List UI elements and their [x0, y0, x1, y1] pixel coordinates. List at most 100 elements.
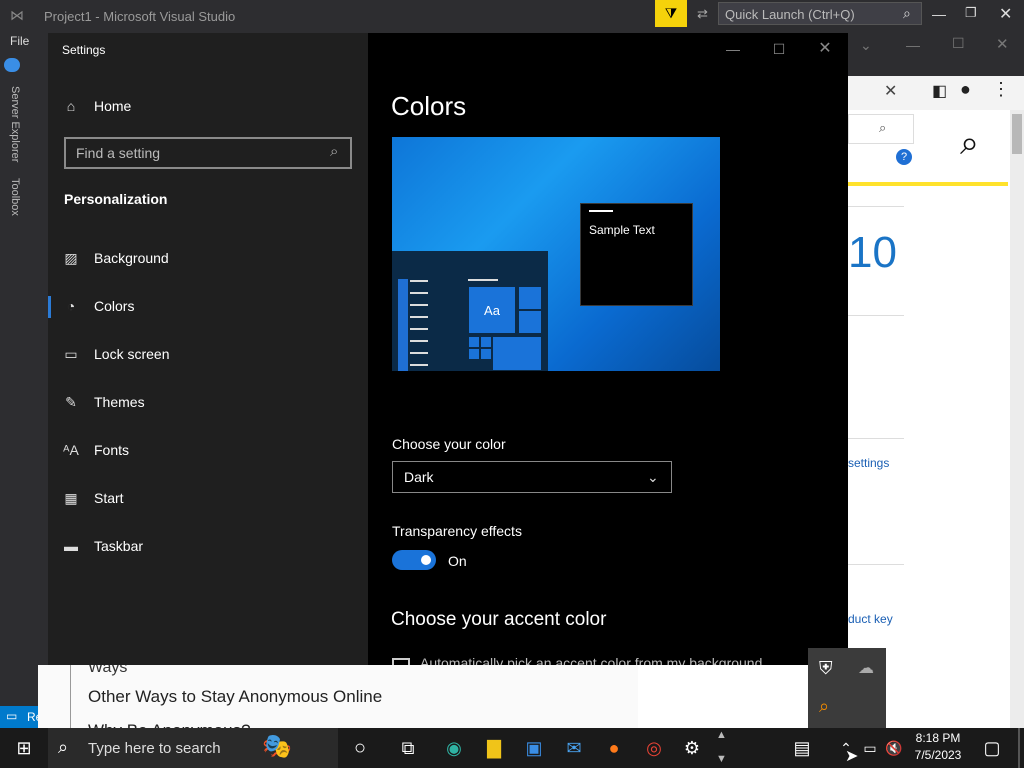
filter-icon[interactable]: ⧩: [655, 0, 687, 27]
transparency-state: On: [448, 553, 467, 569]
help-icon[interactable]: ?: [896, 149, 912, 165]
article-link[interactable]: Other Ways to Stay Anonymous Online: [88, 687, 382, 707]
nav-home[interactable]: ⌂ Home: [48, 86, 368, 126]
mail-icon[interactable]: ✉: [554, 728, 594, 768]
vs-title-bar: ⋈ Project1 - Microsoft Visual Studio ⧩ ⇄…: [0, 0, 1024, 32]
taskbar-search-box[interactable]: ⌕ Type here to search: [48, 728, 258, 768]
nav-taskbar[interactable]: ▬ Taskbar: [48, 526, 368, 566]
vs-status-left: ▭ Re: [0, 706, 42, 728]
back-icon[interactable]: [4, 58, 20, 72]
windows-start-icon[interactable]: ⊞: [4, 728, 44, 768]
dropdown-value: Dark: [404, 469, 434, 485]
restore-icon[interactable]: ❐: [965, 5, 977, 21]
big-search-icon[interactable]: ⌕: [960, 124, 979, 163]
lock-screen-icon: ▭: [64, 345, 78, 362]
close-icon[interactable]: ✕: [999, 4, 1012, 24]
nav-colors[interactable]: ◔ Colors: [48, 286, 368, 326]
preview-line: [468, 279, 498, 281]
minimize-icon[interactable]: —: [932, 6, 946, 22]
sample-text: Sample Text: [589, 223, 655, 237]
tray-overflow-popup: ⛨ ☁ ⌕: [808, 648, 886, 728]
more-icon[interactable]: ⋮: [992, 79, 1010, 100]
clock[interactable]: 8:18 PM 7/5/2023: [908, 731, 968, 762]
preview-tile: [492, 336, 542, 371]
divider: [848, 438, 904, 439]
vs-logo-icon: ⋈: [10, 7, 24, 23]
preview-line: [410, 352, 428, 354]
file-explorer-icon[interactable]: ▇: [474, 728, 514, 768]
nav-label: Colors: [94, 298, 135, 314]
home-label: Home: [94, 98, 132, 114]
nav-fonts[interactable]: ᴬA Fonts: [48, 430, 368, 470]
close-tab-icon[interactable]: ✕: [884, 81, 897, 101]
preview-line: [410, 304, 428, 306]
divider: [848, 206, 904, 207]
menu-file[interactable]: File: [10, 34, 29, 48]
settings-content: — ☐ ✕ Colors Aa Sample Text Choose your …: [368, 33, 848, 665]
preview-tile: [480, 336, 492, 348]
volume-icon[interactable]: 🔇: [882, 728, 906, 768]
show-desktop[interactable]: [1018, 728, 1020, 768]
auto-accent-label-clip: Automatically pick an accent color from …: [420, 655, 770, 665]
scrollbar[interactable]: [1010, 110, 1024, 728]
notification-icon[interactable]: ▢: [972, 728, 1012, 768]
page-title: Colors: [391, 91, 467, 121]
feedback-icon[interactable]: ⇄: [697, 6, 708, 22]
firefox-icon[interactable]: ●: [594, 728, 634, 768]
chevron-down-icon: ⌄: [647, 469, 659, 485]
security-shield-icon[interactable]: ⛨: [819, 658, 833, 679]
page-search-box[interactable]: ⌕: [848, 114, 914, 144]
clock-date: 7/5/2023: [914, 748, 962, 762]
toolbox-tab[interactable]: Toolbox: [9, 178, 21, 216]
preview-tile: [468, 336, 480, 348]
transparency-toggle[interactable]: [392, 550, 436, 570]
sidebar-icon[interactable]: ◧: [932, 81, 947, 101]
settings-gear-icon[interactable]: ⚙: [672, 728, 712, 768]
onedrive-icon[interactable]: ☁: [858, 658, 874, 678]
nav-themes[interactable]: ✎ Themes: [48, 382, 368, 422]
minimize-button[interactable]: —: [710, 33, 756, 65]
toggle-knob: [421, 555, 431, 565]
product-key-link[interactable]: duct key: [848, 612, 893, 626]
preview-line: [410, 364, 428, 366]
taskbar-scroll[interactable]: ▲ ▼: [711, 728, 731, 768]
edge-icon[interactable]: ◉: [434, 728, 474, 768]
nav-label: Background: [94, 250, 169, 266]
cortana-icon[interactable]: ○: [340, 728, 380, 768]
scrollbar-thumb[interactable]: [1012, 114, 1022, 154]
taskbar: ⊞ ⌕ Type here to search 🎭 ○ ⧉ ◉ ▇ ▣ ✉ ● …: [0, 728, 1024, 768]
profile-icon[interactable]: ●: [960, 79, 971, 100]
list-rule: [70, 665, 71, 732]
accent-bar: [848, 182, 1008, 186]
transparency-label: Transparency effects: [392, 523, 522, 539]
maximize-icon: ☐: [952, 35, 965, 51]
image-icon: ▨: [64, 249, 78, 266]
news-icon[interactable]: ▤: [782, 728, 822, 768]
vs-window-title: Project1 - Microsoft Visual Studio: [44, 9, 236, 24]
themes-icon: ✎: [65, 393, 77, 410]
choose-color-dropdown[interactable]: Dark ⌄: [392, 461, 672, 493]
server-explorer-tab[interactable]: Server Explorer: [9, 86, 21, 162]
search-icon: ⌕: [330, 143, 339, 160]
search-highlight-art: 🎭: [258, 728, 338, 768]
network-icon[interactable]: ▭: [858, 728, 882, 768]
nav-lock-screen[interactable]: ▭ Lock screen: [48, 334, 368, 374]
close-button[interactable]: ✕: [802, 33, 848, 65]
preview-line: [410, 316, 428, 318]
nav-start[interactable]: ▦ Start: [48, 478, 368, 518]
choose-color-label: Choose your color: [392, 436, 506, 452]
auto-accent-checkbox[interactable]: [392, 658, 410, 665]
nav-background[interactable]: ▨ Background: [48, 238, 368, 278]
store-icon[interactable]: ▣: [514, 728, 554, 768]
accent-heading: Choose your accent color: [391, 609, 607, 630]
search-tool-icon[interactable]: ⌕: [819, 696, 829, 717]
settings-link[interactable]: settings: [848, 456, 889, 470]
auto-accent-label: Automatically pick an accent color from …: [420, 655, 763, 665]
chrome-icon[interactable]: ◎: [634, 728, 674, 768]
nav-label: Themes: [94, 394, 145, 410]
task-view-icon[interactable]: ⧉: [388, 728, 428, 768]
quick-launch-input[interactable]: Quick Launch (Ctrl+Q) ⌕: [718, 2, 922, 25]
maximize-button[interactable]: ☐: [756, 33, 802, 65]
search-icon: ⌕: [879, 120, 887, 135]
find-setting-input[interactable]: Find a setting ⌕: [64, 137, 352, 169]
